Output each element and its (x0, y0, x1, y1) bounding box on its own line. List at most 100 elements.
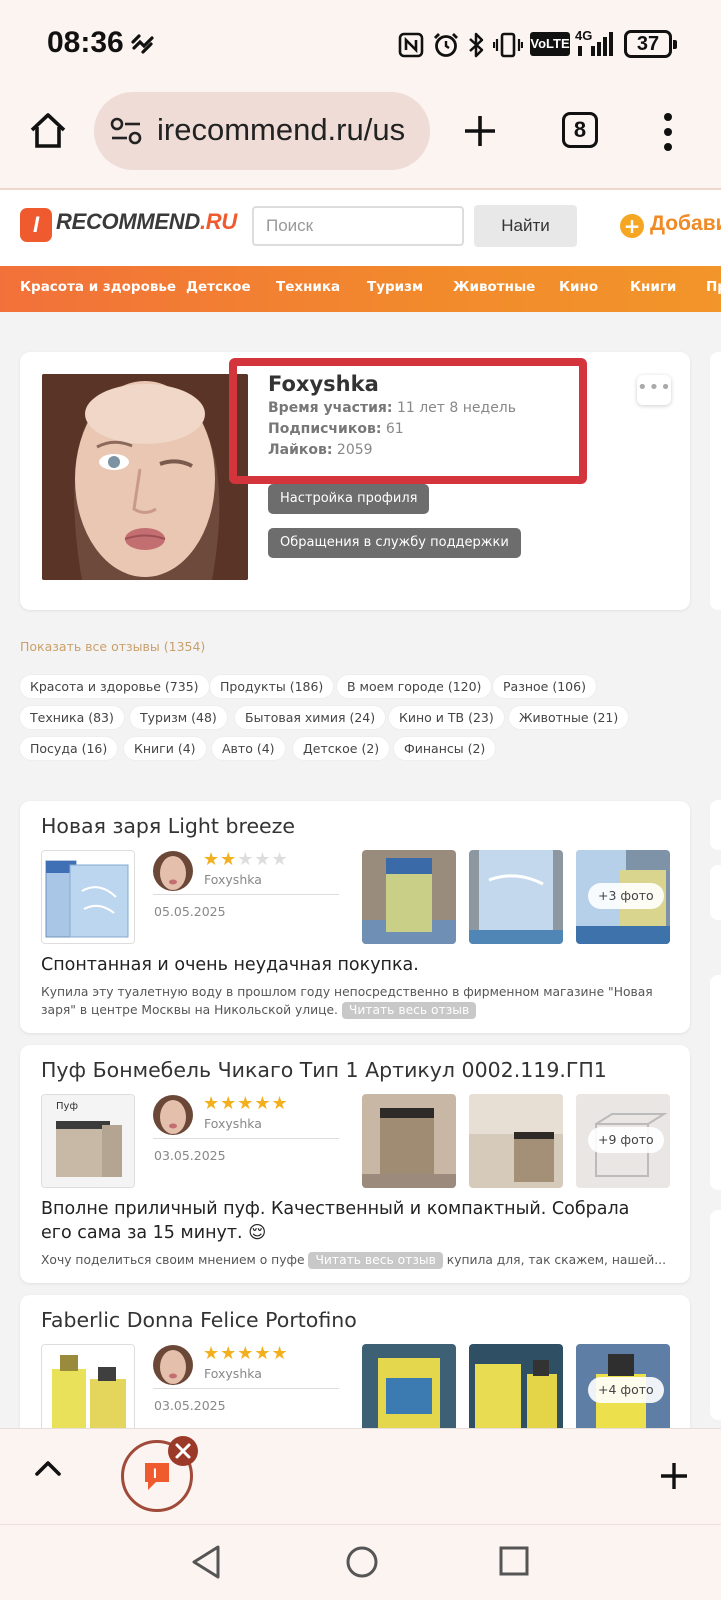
review-photo[interactable] (469, 1344, 563, 1438)
show-all-reviews-link[interactable]: Показать все отзывы (1354) (20, 639, 205, 654)
author-avatar[interactable] (153, 1345, 193, 1385)
category-tag[interactable]: Бытовая химия (24) (235, 706, 386, 729)
profile-avatar (42, 374, 248, 580)
alarm-icon (434, 33, 458, 57)
menu-kebab-icon[interactable] (662, 112, 674, 152)
category-tag[interactable]: Посуда (16) (20, 737, 118, 760)
author-avatar[interactable] (153, 851, 193, 891)
tab-switcher-button[interactable]: 8 (562, 112, 598, 148)
product-image[interactable]: Пуф (41, 1094, 135, 1188)
site-settings-icon[interactable] (110, 116, 142, 146)
likes-value: 2059 (336, 442, 373, 458)
review-headline[interactable]: Вполне приличный пуф. Качественный и ком… (41, 1197, 661, 1245)
review-snippet: Хочу поделиться своим мнением о пуфе Чит… (41, 1251, 671, 1269)
subscribers-value: 61 (385, 421, 404, 437)
nfc-icon (398, 32, 424, 58)
category-item[interactable]: Животные (453, 279, 535, 295)
new-tab-plus-icon[interactable] (658, 1460, 690, 1492)
category-tag[interactable]: В моем городе (120) (337, 675, 492, 698)
status-time: 08:36 (47, 26, 124, 59)
home-icon[interactable] (28, 110, 68, 150)
review-photo[interactable] (362, 850, 456, 944)
category-item[interactable]: Детское (186, 279, 251, 295)
chevron-up-icon[interactable] (34, 1458, 62, 1478)
side-panel-edge (710, 800, 721, 850)
author-avatar[interactable] (153, 1095, 193, 1135)
review-date: 03.05.2025 (154, 1398, 226, 1413)
category-item[interactable]: Техника (276, 279, 340, 295)
new-tab-icon[interactable] (462, 113, 498, 149)
review-title[interactable]: Новая заря Light breeze (41, 814, 295, 838)
rating-stars: ★★★★★ (203, 849, 289, 870)
category-nav: Красота и здоровье Детское Техника Туриз… (0, 266, 721, 312)
product-label: Пуф (56, 1101, 78, 1112)
category-tag[interactable]: Разное (106) (493, 675, 596, 698)
review-author[interactable]: Foxyshka (204, 1366, 262, 1381)
category-tag[interactable]: Авто (4) (212, 737, 285, 760)
read-full-review-button[interactable]: Читать весь отзыв (341, 1002, 477, 1019)
category-tag[interactable]: Детское (2) (293, 737, 390, 760)
category-item[interactable]: Книги (630, 279, 676, 295)
review-author[interactable]: Foxyshka (204, 872, 262, 887)
more-options-button[interactable]: ••• (637, 375, 671, 405)
category-item[interactable]: Пр (706, 279, 721, 295)
product-image[interactable] (41, 850, 135, 944)
review-date: 03.05.2025 (154, 1148, 226, 1163)
category-tag[interactable]: Животные (21) (509, 706, 629, 729)
divider (153, 1388, 339, 1389)
review-title[interactable]: Пуф Бонмебель Чикаго Тип 1 Артикул 0002.… (41, 1058, 607, 1082)
product-image[interactable] (41, 1344, 135, 1438)
review-photo[interactable] (469, 1094, 563, 1188)
back-icon[interactable] (190, 1544, 222, 1580)
snippet-text: Хочу поделиться своим мнением о пуфе (41, 1253, 305, 1267)
more-photos-badge[interactable]: +4 фото (588, 1377, 664, 1403)
membership-label: Время участия: (268, 400, 393, 416)
read-full-review-button[interactable]: Читать весь отзыв (308, 1252, 443, 1269)
subscribers-label: Подписчиков: (268, 421, 382, 437)
review-photo[interactable] (362, 1344, 456, 1438)
review-photo[interactable] (469, 850, 563, 944)
home-nav-icon[interactable] (344, 1544, 380, 1580)
category-tag[interactable]: Кино и ТВ (23) (389, 706, 504, 729)
close-tab-icon[interactable] (168, 1436, 198, 1466)
volte-badge: VoLTE (530, 32, 570, 56)
category-tag[interactable]: Техника (83) (20, 706, 124, 729)
review-snippet: Купила эту туалетную воду в прошлом году… (41, 983, 661, 1019)
category-tag[interactable]: Туризм (48) (130, 706, 227, 729)
add-review-icon[interactable]: + (620, 214, 644, 238)
support-requests-button[interactable]: Обращения в службу поддержки (268, 528, 521, 558)
review-author[interactable]: Foxyshka (204, 1116, 262, 1131)
category-item[interactable]: Туризм (367, 279, 423, 295)
category-item[interactable]: Кино (559, 279, 598, 295)
category-tag[interactable]: Книги (4) (124, 737, 206, 760)
category-tag[interactable]: Финансы (2) (394, 737, 496, 760)
review-photo[interactable] (362, 1094, 456, 1188)
review-headline[interactable]: Спонтанная и очень неудачная покупка. (41, 953, 661, 977)
likes-stat: Лайков: 2059 (268, 442, 373, 458)
profile-settings-button[interactable]: Настройка профиля (268, 484, 430, 514)
category-tag[interactable]: Продукты (186) (210, 675, 334, 698)
site-logo[interactable]: RECOMMEND.RU (56, 209, 237, 235)
vibrate-icon (493, 32, 523, 58)
category-tag[interactable]: Красота и здоровье (735) (20, 675, 209, 698)
battery-indicator: 37 (624, 30, 677, 58)
logo-ru: .RU (199, 209, 237, 234)
more-photos-badge[interactable]: +9 фото (588, 1127, 664, 1153)
rating-stars: ★★★★★ (203, 1343, 289, 1364)
profile-name[interactable]: Foxyshka (268, 372, 379, 396)
more-photos-badge[interactable]: +3 фото (588, 883, 664, 909)
url-text[interactable]: irecommend.ru/us (157, 112, 405, 148)
signal-icon (578, 32, 613, 56)
recents-icon[interactable] (498, 1545, 530, 1577)
search-button[interactable]: Найти (474, 205, 577, 247)
search-input[interactable] (252, 206, 464, 246)
logo-badge[interactable]: I (20, 208, 52, 242)
category-item[interactable]: Красота и здоровье (20, 279, 176, 295)
side-panel-edge (710, 352, 721, 610)
logo-main: RECOMMEND (56, 209, 200, 234)
svg-text:I: I (153, 1465, 157, 1481)
membership-value: 11 лет 8 недель (396, 400, 517, 416)
review-date: 05.05.2025 (154, 904, 226, 919)
add-review-link[interactable]: Добави (650, 212, 721, 236)
review-title[interactable]: Faberlic Donna Felice Portofino (41, 1308, 357, 1332)
